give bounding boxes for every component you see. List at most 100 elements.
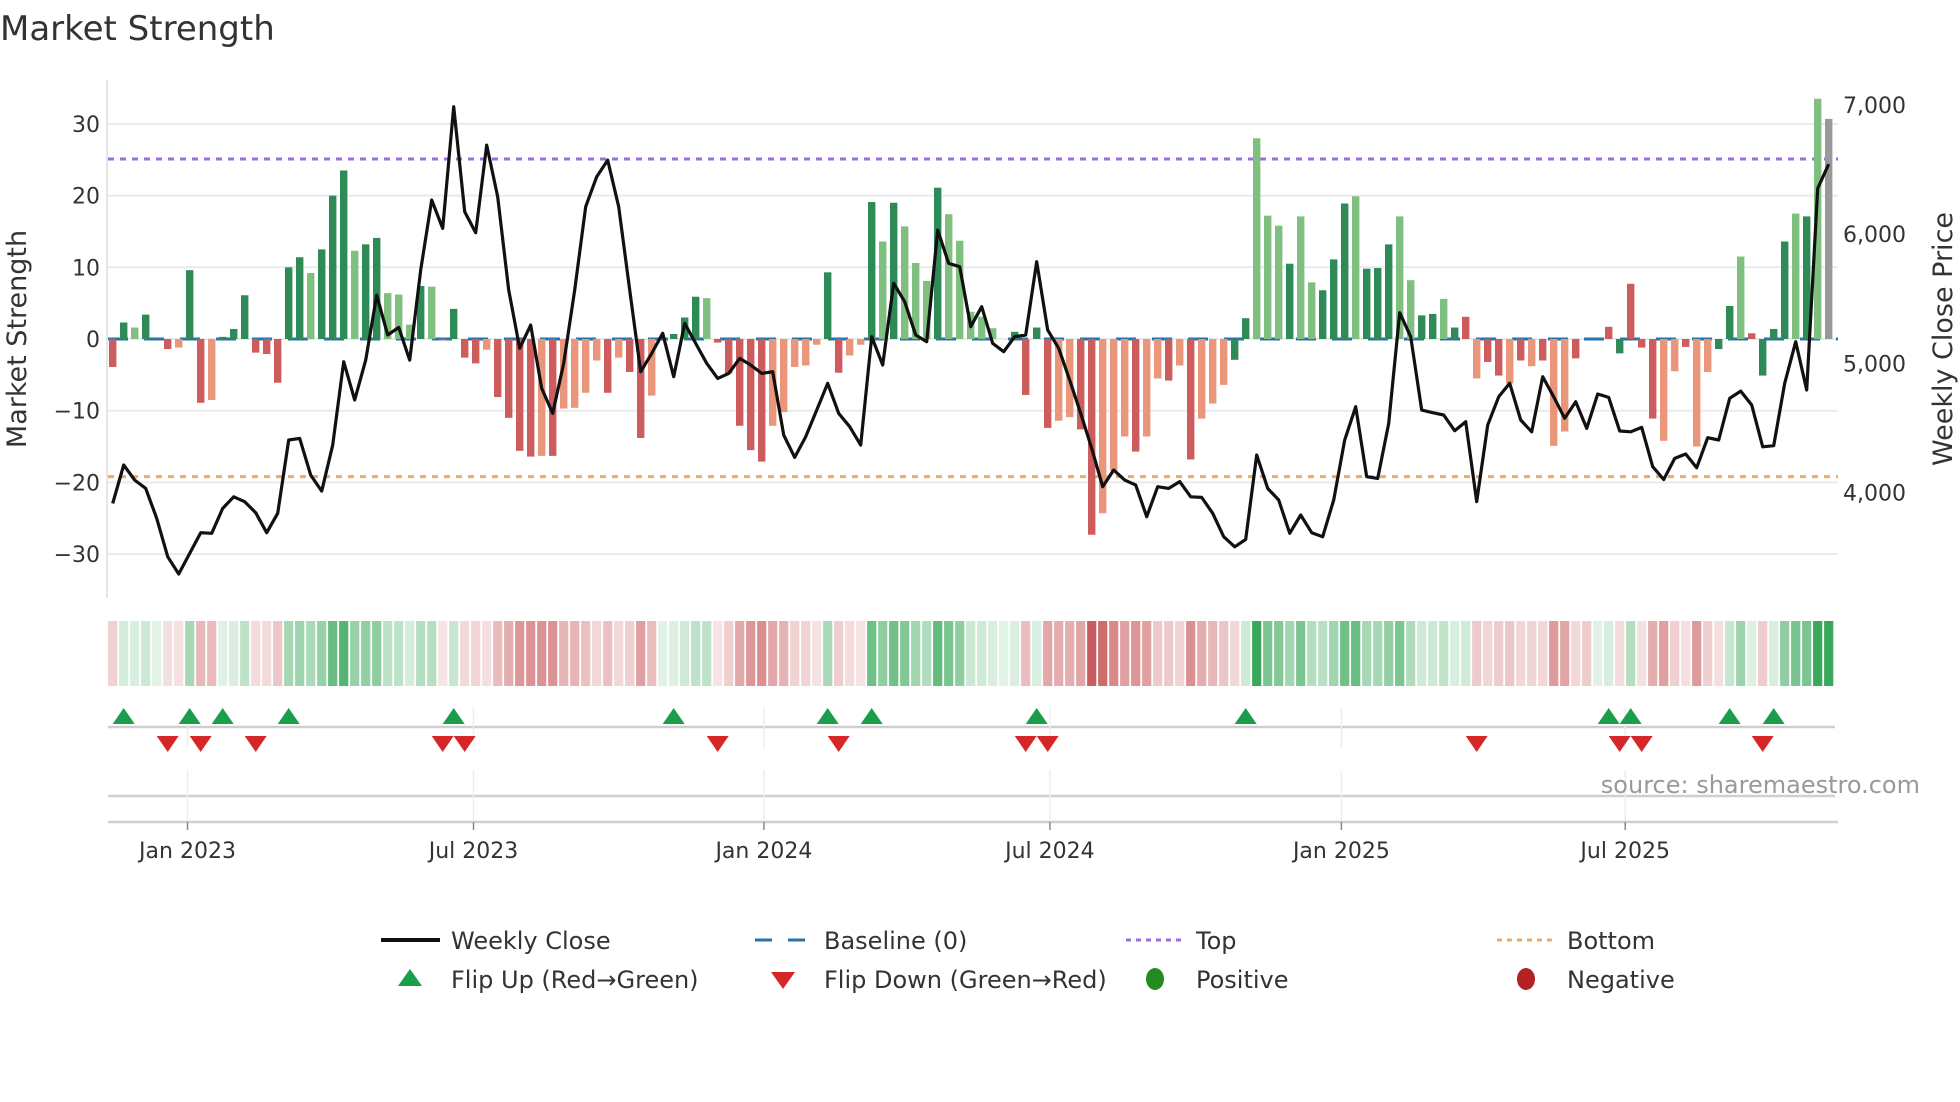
positive-bar bbox=[1451, 327, 1459, 339]
negative-bar bbox=[1649, 339, 1657, 419]
negative-bar bbox=[626, 339, 634, 372]
negative-bar bbox=[1044, 339, 1052, 428]
strip-cell bbox=[405, 621, 415, 686]
positive-bar bbox=[692, 296, 700, 339]
strip-cell bbox=[1637, 621, 1647, 686]
strip-cell bbox=[581, 621, 591, 686]
negative-bar bbox=[1110, 339, 1118, 471]
positive-bar bbox=[1748, 333, 1756, 339]
chart-title: Market Strength bbox=[0, 9, 275, 49]
negative-bar bbox=[802, 339, 810, 366]
negative-bar bbox=[1660, 339, 1668, 441]
strip-cell bbox=[339, 621, 349, 686]
strip-cell bbox=[152, 621, 162, 686]
positive-bar bbox=[1737, 256, 1745, 339]
positive-bar bbox=[131, 327, 139, 339]
negative-bar bbox=[274, 339, 282, 383]
strip-cell bbox=[1549, 621, 1559, 686]
positive-bar bbox=[901, 226, 909, 339]
strip-cell bbox=[328, 621, 338, 686]
flip-down-marker bbox=[244, 736, 267, 752]
strip-cell bbox=[438, 621, 448, 686]
negative-bar bbox=[527, 339, 535, 457]
strip-cell bbox=[1065, 621, 1075, 686]
strip-cell bbox=[1648, 621, 1658, 686]
strip-cell bbox=[1252, 621, 1262, 686]
positive-bar bbox=[186, 270, 194, 339]
positive-bar bbox=[1462, 316, 1470, 339]
strip-cell bbox=[614, 621, 624, 686]
negative-bar bbox=[846, 339, 854, 356]
positive-bar bbox=[329, 195, 337, 339]
strip-cell bbox=[460, 621, 470, 686]
strip-cell bbox=[702, 621, 712, 686]
positive-bar bbox=[450, 308, 458, 339]
positive-bar bbox=[945, 214, 953, 339]
strip-cell bbox=[900, 621, 910, 686]
flip-down-marker bbox=[1630, 736, 1653, 752]
strip-cell bbox=[284, 621, 294, 686]
positive-bar bbox=[1363, 268, 1371, 339]
strip-cell bbox=[1395, 621, 1405, 686]
flip-down-marker bbox=[189, 736, 212, 752]
strip-cell bbox=[592, 621, 602, 686]
strip-cell bbox=[1208, 621, 1218, 686]
strip-cell bbox=[1703, 621, 1713, 686]
legend-item-positive: Positive bbox=[1146, 966, 1289, 994]
legend-triangle-up-icon bbox=[398, 969, 422, 986]
flip-down-marker bbox=[453, 736, 476, 752]
positive-bar bbox=[1352, 196, 1360, 339]
positive-bar bbox=[879, 241, 887, 339]
positive-bar bbox=[1330, 259, 1338, 339]
flip-up-marker bbox=[1718, 708, 1741, 724]
strip-cell bbox=[1714, 621, 1724, 686]
negative-bar bbox=[1022, 339, 1030, 395]
strip-cell bbox=[493, 621, 503, 686]
strip-cell bbox=[669, 621, 679, 686]
strip-cell bbox=[317, 621, 327, 686]
strip-cell bbox=[1681, 621, 1691, 686]
positive-bar bbox=[1792, 213, 1800, 339]
negative-bar bbox=[1539, 339, 1547, 361]
strip-cell bbox=[944, 621, 954, 686]
strip-cell bbox=[273, 621, 283, 686]
negative-bar bbox=[582, 339, 590, 393]
legend-item-baseline: Baseline (0) bbox=[755, 927, 967, 955]
positive-bar bbox=[956, 240, 964, 339]
strip-cell bbox=[1109, 621, 1119, 686]
negative-bar bbox=[1220, 339, 1228, 385]
strip-cell bbox=[1769, 621, 1779, 686]
negative-bar bbox=[516, 339, 524, 451]
strip-cell bbox=[251, 621, 261, 686]
strip-cell bbox=[922, 621, 932, 686]
flip-down-marker bbox=[706, 736, 729, 752]
strip-cell bbox=[262, 621, 272, 686]
legend-circle-positive-icon bbox=[1146, 968, 1164, 990]
source-credit: source: sharemaestro.com bbox=[1601, 771, 1920, 799]
positive-bar bbox=[120, 322, 128, 339]
strip-cell bbox=[306, 621, 316, 686]
positive-bar bbox=[1429, 313, 1437, 339]
negative-bar bbox=[461, 339, 469, 358]
y-axis-label: Market Strength bbox=[2, 230, 33, 448]
y2-tick-label: 5,000 bbox=[1843, 352, 1906, 377]
negative-bar bbox=[1715, 339, 1723, 350]
strip-cell bbox=[1516, 621, 1526, 686]
strip-cell bbox=[1087, 621, 1097, 686]
negative-bar bbox=[1209, 339, 1217, 404]
negative-bar bbox=[736, 339, 744, 426]
strip-cell bbox=[1758, 621, 1768, 686]
strip-cell bbox=[240, 621, 250, 686]
strip-cell bbox=[119, 621, 129, 686]
strip-cell bbox=[1329, 621, 1339, 686]
positive-bar bbox=[1253, 138, 1261, 339]
strip-cell bbox=[768, 621, 778, 686]
y-tick-label: −10 bbox=[54, 400, 100, 425]
strip-cell bbox=[856, 621, 866, 686]
flip-up-marker bbox=[1762, 708, 1785, 724]
negative-bar bbox=[263, 339, 271, 355]
negative-bar bbox=[1143, 339, 1151, 437]
flip-up-marker bbox=[662, 708, 685, 724]
strip-cell bbox=[1043, 621, 1053, 686]
strip-cell bbox=[1098, 621, 1108, 686]
